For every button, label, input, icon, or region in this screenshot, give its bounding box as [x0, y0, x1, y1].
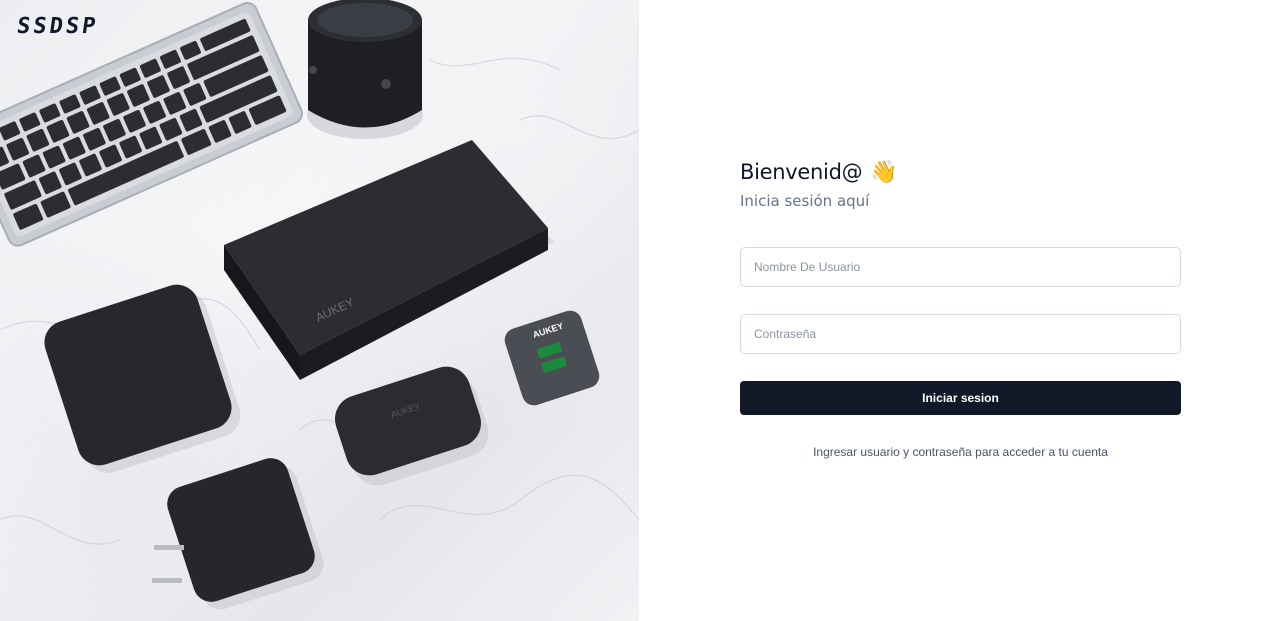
speaker [307, 0, 423, 139]
page-subtitle: Inicia sesión aquí [740, 192, 870, 210]
product-photo-illustration: AUKEY AUKEY AUKEY [0, 0, 639, 610]
login-hint: Ingresar usuario y contraseña para acced… [813, 445, 1108, 459]
username-input[interactable] [740, 247, 1181, 287]
earbud-case: AUKEY [334, 366, 489, 486]
login-button[interactable]: Iniciar sesion [740, 381, 1181, 415]
welcome-heading: Bienvenid@ 👋 [740, 160, 898, 184]
wall-charger [152, 458, 324, 610]
hero-photo: AUKEY AUKEY AUKEY SSDSP [0, 0, 639, 621]
page-title: Bienvenid@ [740, 160, 863, 184]
password-input[interactable] [740, 314, 1181, 354]
small-power-bank [44, 284, 241, 473]
waving-hand-icon: 👋 [870, 159, 898, 184]
usb-charger: AUKEY [504, 310, 600, 406]
large-power-bank: AUKEY [224, 140, 554, 380]
brand-logo: SSDSP [15, 14, 100, 39]
